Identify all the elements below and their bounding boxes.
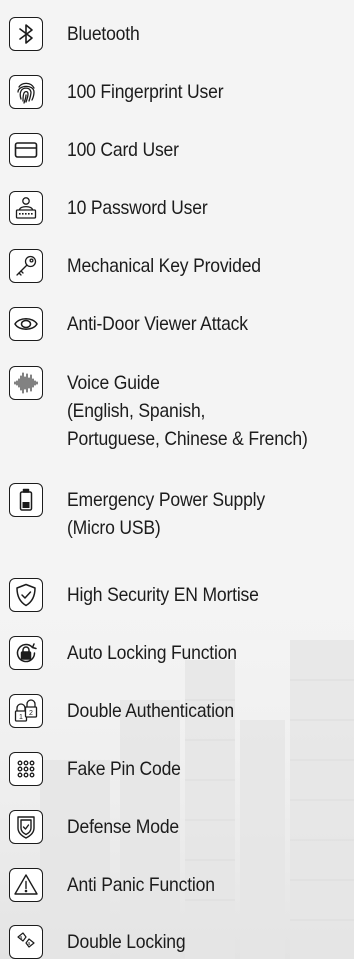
bluetooth-icon	[9, 17, 43, 51]
feature-label: 100 Fingerprint User	[67, 81, 224, 103]
feature-label: 10 Password User	[67, 197, 208, 219]
feature-label: Anti Panic Function	[67, 874, 215, 896]
double-authentication-icon: 1 2	[9, 694, 43, 728]
feature-label: Fake Pin Code	[67, 758, 181, 780]
auto-lock-icon	[9, 636, 43, 670]
svg-text:2: 2	[29, 710, 33, 717]
battery-icon	[9, 483, 43, 517]
feature-label: Emergency Power Supply	[67, 489, 265, 511]
feature-label-line-3: Portuguese, Chinese & French)	[67, 428, 308, 450]
shield-check-icon	[9, 578, 43, 612]
feature-label: Double Locking	[67, 931, 186, 953]
feature-label: Bluetooth	[67, 23, 140, 45]
svg-text:a: a	[28, 941, 31, 947]
svg-text:a: a	[20, 935, 23, 941]
warning-triangle-icon	[9, 868, 43, 902]
keypad-icon	[9, 752, 43, 786]
feature-label: High Security EN Mortise	[67, 584, 259, 606]
feature-label: Double Authentication	[67, 700, 234, 722]
feature-label: 100 Card User	[67, 139, 179, 161]
feature-label-line-2: (Micro USB)	[67, 517, 161, 539]
feature-label: Defense Mode	[67, 816, 179, 838]
defense-shield-icon	[9, 810, 43, 844]
feature-list: Bluetooth 100 Fingerprint User 100 Card …	[0, 0, 354, 959]
eye-icon	[9, 307, 43, 341]
feature-label: Anti-Door Viewer Attack	[67, 313, 248, 335]
fingerprint-icon	[9, 75, 43, 109]
svg-text:1: 1	[19, 714, 23, 721]
mechanical-key-icon	[9, 249, 43, 283]
password-user-icon	[9, 191, 43, 225]
feature-label: Mechanical Key Provided	[67, 255, 261, 277]
feature-label: Voice Guide	[67, 372, 160, 394]
feature-label-line-2: (English, Spanish,	[67, 400, 206, 422]
double-lock-icon: a a	[9, 925, 43, 959]
feature-label: Auto Locking Function	[67, 642, 237, 664]
card-icon	[9, 133, 43, 167]
voice-waveform-icon	[9, 366, 43, 400]
